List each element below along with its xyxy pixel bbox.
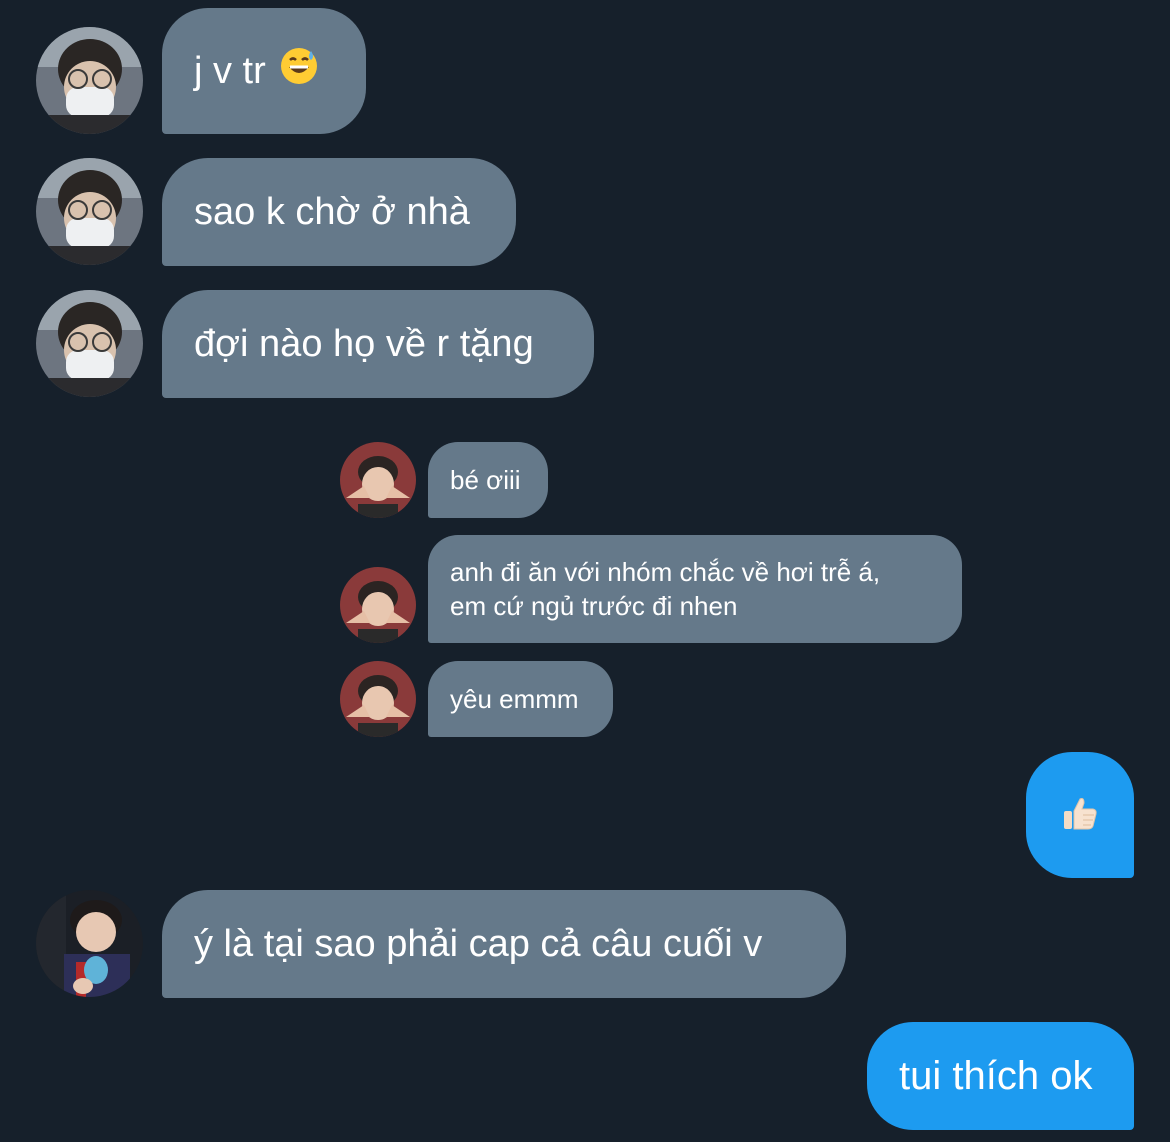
avatar[interactable] bbox=[36, 290, 143, 397]
message-bubble[interactable]: j v tr bbox=[162, 8, 366, 134]
avatar[interactable] bbox=[36, 27, 143, 134]
avatar[interactable] bbox=[36, 158, 143, 265]
message-bubble: yêu emmm bbox=[428, 661, 613, 737]
avatar[interactable] bbox=[36, 890, 143, 997]
message-text-line: anh đi ăn với nhóm chắc về hơi trễ á, bbox=[450, 557, 881, 587]
message-text: bé ơiii bbox=[450, 464, 521, 495]
message-text: sao k chờ ở nhà bbox=[194, 190, 470, 233]
message-text: yêu emmm bbox=[450, 683, 579, 714]
message-text: đợi nào họ về r tặng bbox=[194, 322, 534, 365]
message-text: j v tr bbox=[194, 49, 266, 92]
thumbs-up-icon bbox=[1060, 793, 1100, 838]
avatar bbox=[340, 661, 416, 737]
message-bubble: anh đi ăn với nhóm chắc về hơi trễ á, em… bbox=[428, 535, 962, 643]
message-bubble-outgoing[interactable]: tui thích ok bbox=[867, 1022, 1134, 1130]
message-text: ý là tại sao phải cap cả câu cuối v bbox=[194, 922, 763, 965]
message-text: tui thích ok bbox=[899, 1053, 1093, 1098]
message-bubble: bé ơiii bbox=[428, 442, 548, 518]
grinning-face-with-sweat-icon bbox=[280, 47, 318, 95]
message-bubble[interactable]: sao k chờ ở nhà bbox=[162, 158, 516, 266]
message-bubble-outgoing[interactable] bbox=[1026, 752, 1134, 878]
message-text-line: em cứ ngủ trước đi nhen bbox=[450, 591, 738, 621]
message-bubble[interactable]: ý là tại sao phải cap cả câu cuối v bbox=[162, 890, 846, 998]
avatar bbox=[340, 442, 416, 518]
avatar bbox=[340, 567, 416, 643]
message-bubble[interactable]: đợi nào họ về r tặng bbox=[162, 290, 594, 398]
